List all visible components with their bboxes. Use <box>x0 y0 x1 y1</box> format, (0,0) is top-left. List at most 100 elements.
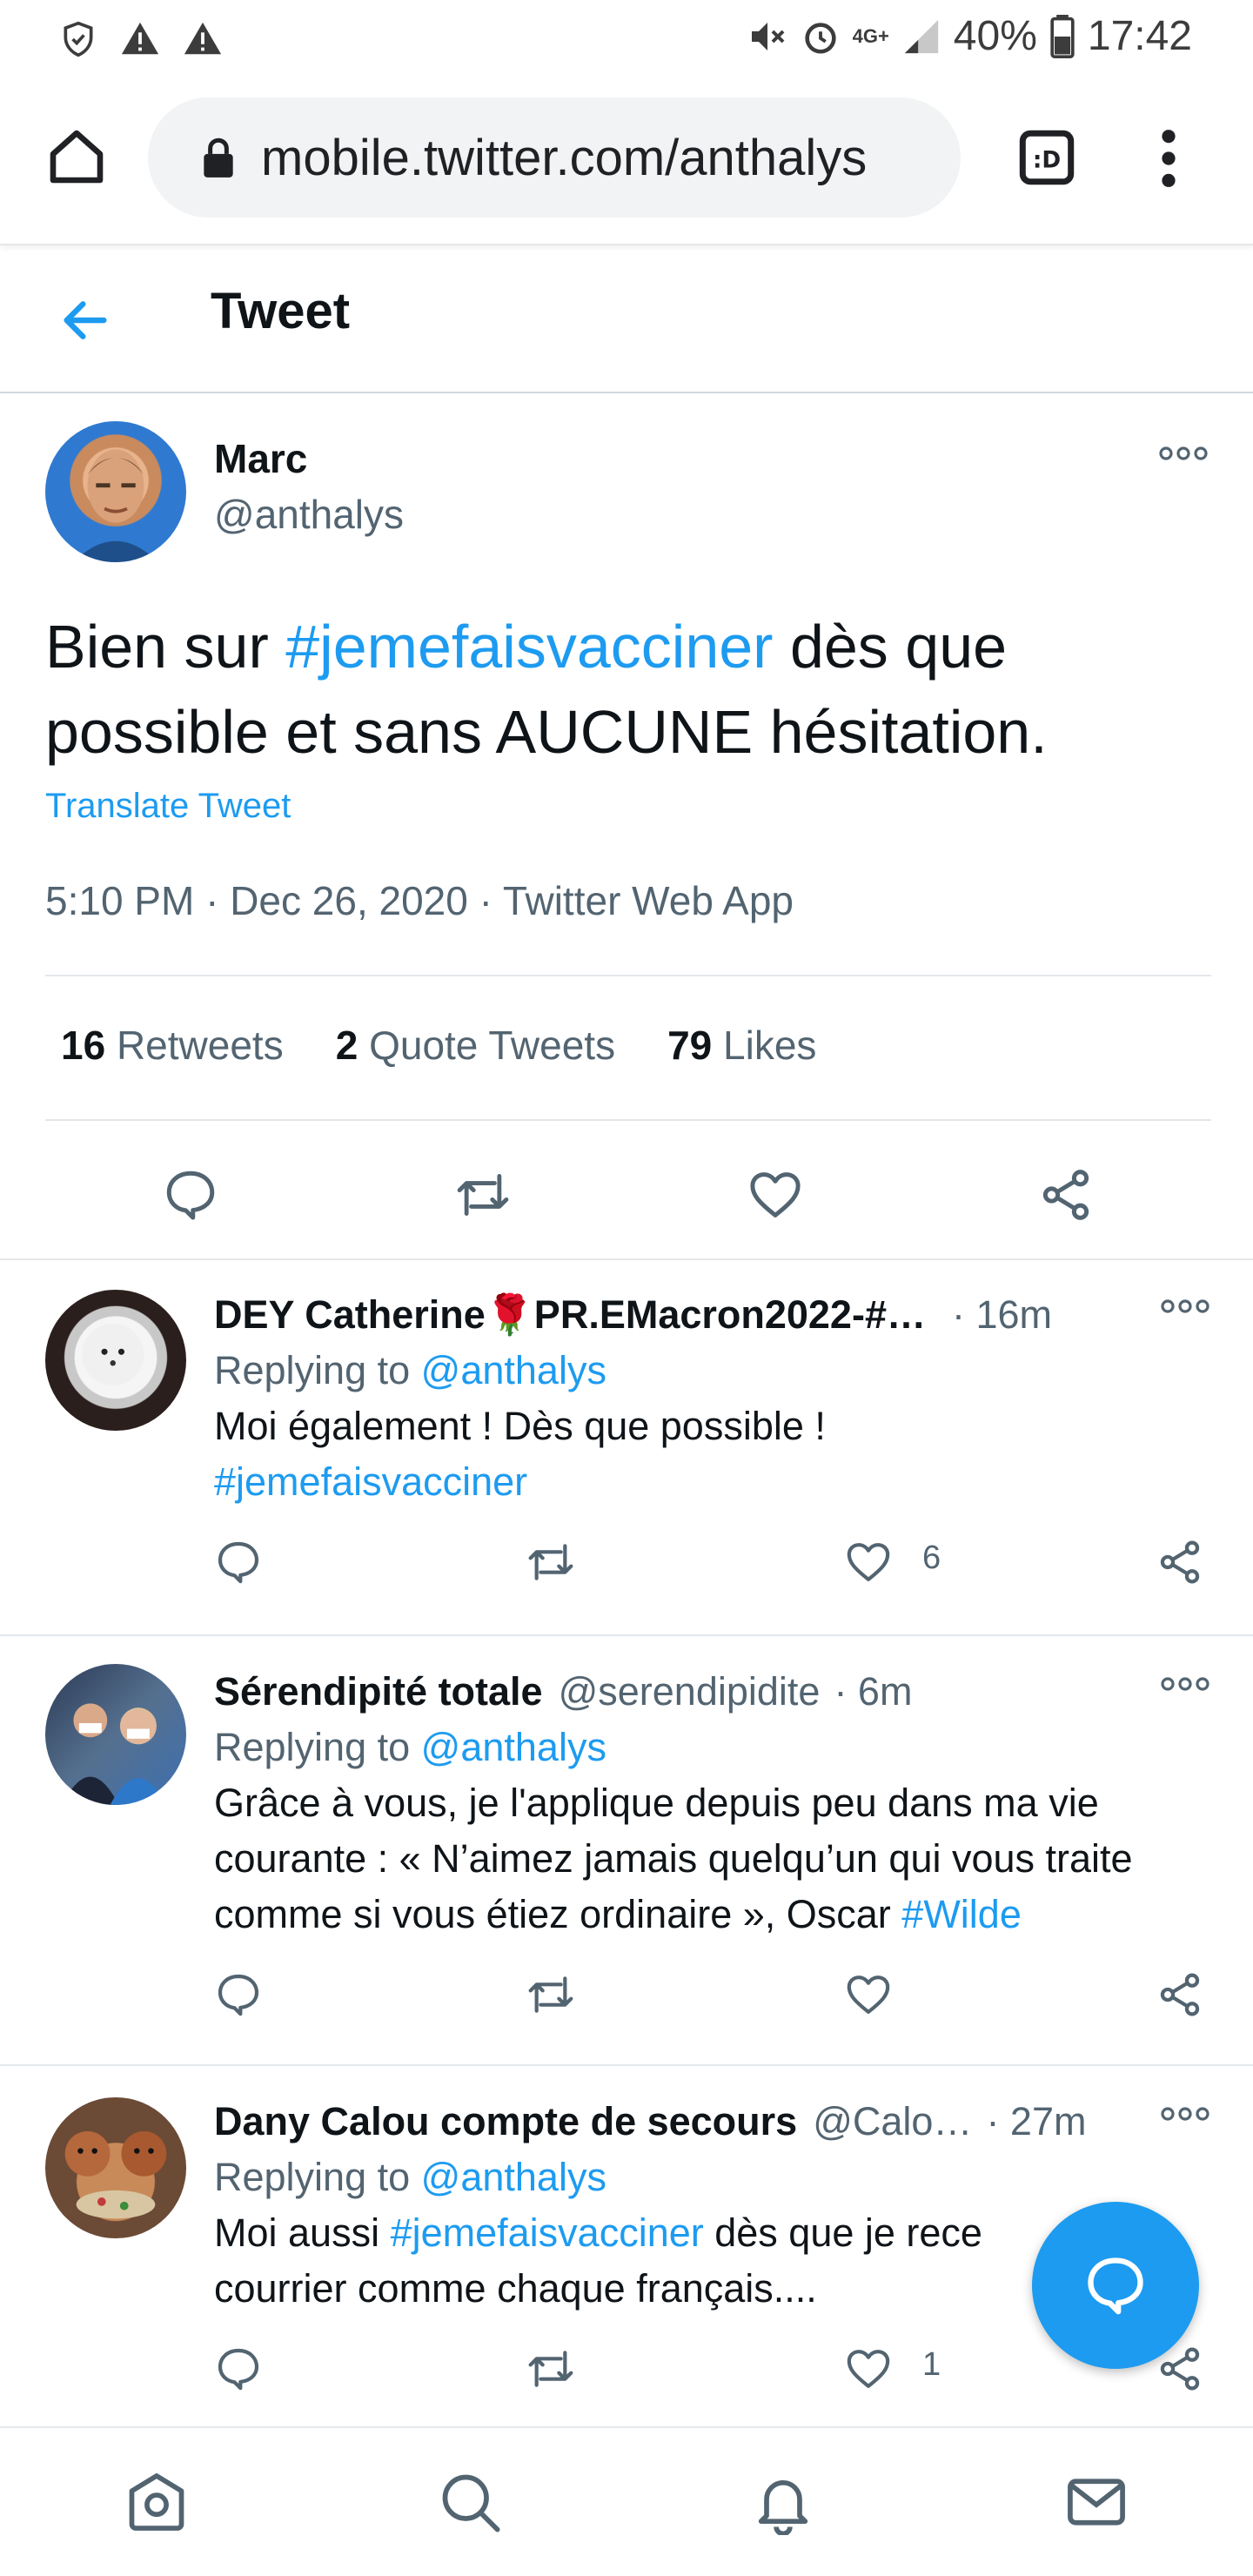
page-title: Tweet <box>211 283 351 339</box>
replying-to-handle[interactable]: @anthalys <box>421 1725 606 1769</box>
meta-separator: · <box>205 878 231 923</box>
tweet-source[interactable]: Twitter Web App <box>503 878 794 923</box>
notifications-bell-icon[interactable] <box>750 2469 816 2535</box>
reply-tweet[interactable]: Sérendipité totale @serendipidite · 6m R… <box>0 1638 1253 2066</box>
page-header: Tweet <box>0 247 1253 393</box>
tweet-actions <box>45 1156 1211 1234</box>
retweet-icon[interactable] <box>524 2345 578 2393</box>
tweet-date[interactable]: Dec 26, 2020 <box>230 878 468 923</box>
compose-reply-button[interactable] <box>1032 2202 1199 2369</box>
likes-stat[interactable]: 79 Likes <box>667 1022 816 1069</box>
replying-prefix: Replying to <box>214 1725 411 1769</box>
like-count: 6 <box>922 1540 941 1576</box>
warning-icon <box>121 22 159 55</box>
more-options-icon[interactable] <box>1161 1674 1209 1694</box>
hashtag-link[interactable]: #Wilde <box>901 1892 1022 1936</box>
warning-icon <box>184 22 222 55</box>
url-text: mobile.twitter.com/anthalys <box>261 129 868 186</box>
status-bar: 4G+ 40% 17:42 <box>0 0 1253 75</box>
like-icon[interactable] <box>747 1166 804 1224</box>
reply-time[interactable]: · 27m <box>986 2099 1086 2144</box>
hashtag-link[interactable]: #jemefaisvacciner <box>214 1459 527 1504</box>
tab-switcher-button[interactable]: :D <box>1016 127 1077 188</box>
menu-kebab-icon[interactable] <box>1147 125 1190 191</box>
reply-text: Grâce à vous, je l'applique depuis peu d… <box>214 1775 1197 1942</box>
home-nav-icon[interactable] <box>124 2469 190 2535</box>
reply-icon[interactable] <box>214 1970 263 2019</box>
tweet-text: Bien sur #jemefaisvacciner dès que possi… <box>45 604 1211 775</box>
home-icon[interactable] <box>45 125 108 188</box>
author-name[interactable]: Marc <box>214 435 307 482</box>
reply-header: DEY Catherine🌹PR.EMacron2022-#… · 16m <box>214 1291 1223 1338</box>
retweet-icon[interactable] <box>524 1970 578 2019</box>
reply-text-content: Moi également ! Dès que possible ! <box>214 1404 826 1448</box>
reply-time[interactable]: · 16m <box>952 1292 1052 1338</box>
reply-author-handle[interactable]: @serendipidite <box>559 1669 821 1714</box>
avatar[interactable] <box>45 1664 186 1805</box>
like-icon[interactable] <box>844 1538 893 1587</box>
hashtag-link[interactable]: #jemefaisvacciner <box>285 613 773 681</box>
retweet-icon[interactable] <box>452 1166 513 1224</box>
reply-header: Dany Calou compte de secours @Calo… · 27… <box>214 2099 1223 2144</box>
like-icon[interactable] <box>844 1970 893 2019</box>
tweet-time[interactable]: 5:10 PM <box>45 878 194 923</box>
translate-link[interactable]: Translate Tweet <box>45 787 291 826</box>
share-icon[interactable] <box>1156 1538 1204 1587</box>
reply-text-line2: courrier comme chaque français.... <box>214 2266 817 2311</box>
quotes-stat[interactable]: 2 Quote Tweets <box>336 1022 615 1069</box>
quotes-label: Quote Tweets <box>369 1023 616 1068</box>
messages-mail-icon[interactable] <box>1063 2469 1129 2535</box>
retweets-count: 16 <box>61 1023 106 1068</box>
retweet-icon[interactable] <box>524 1538 578 1587</box>
reply-actions: 6 <box>214 1536 1223 1588</box>
hashtag-link[interactable]: #jemefaisvacciner <box>391 2210 704 2255</box>
more-options-icon[interactable] <box>1161 2104 1209 2123</box>
likes-label: Likes <box>723 1023 817 1068</box>
network-type: 4G+ <box>852 24 889 47</box>
replying-to: Replying to @anthalys <box>214 1720 1223 1775</box>
replying-prefix: Replying to <box>214 2155 411 2199</box>
replying-to-handle[interactable]: @anthalys <box>421 1348 606 1392</box>
reply-header: Sérendipité totale @serendipidite · 6m <box>214 1669 1223 1714</box>
reply-icon[interactable] <box>214 2345 263 2393</box>
reply-icon[interactable] <box>162 1166 219 1224</box>
reply-author-name[interactable]: DEY Catherine🌹PR.EMacron2022-#… <box>214 1291 926 1338</box>
signal-icon <box>904 19 938 53</box>
replying-to-handle[interactable]: @anthalys <box>421 2155 606 2199</box>
bottom-nav <box>0 2426 1253 2576</box>
back-arrow-icon[interactable] <box>57 292 113 348</box>
share-icon[interactable] <box>1037 1166 1095 1224</box>
reply-body: DEY Catherine🌹PR.EMacron2022-#… · 16m Re… <box>214 1291 1223 1588</box>
like-icon[interactable] <box>844 2345 893 2393</box>
reply-author-name[interactable]: Sérendipité totale <box>214 1669 543 1714</box>
search-icon[interactable] <box>437 2469 503 2535</box>
avatar[interactable] <box>45 2097 186 2238</box>
avatar[interactable] <box>45 1290 186 1431</box>
battery-icon <box>1050 14 1075 58</box>
reply-icon[interactable] <box>214 1538 263 1587</box>
quotes-count: 2 <box>335 1023 358 1068</box>
alarm-icon <box>804 22 836 54</box>
lock-icon <box>204 138 233 178</box>
url-bar[interactable]: mobile.twitter.com/anthalys <box>148 97 961 218</box>
replying-prefix: Replying to <box>214 1348 411 1392</box>
shield-icon <box>64 21 93 57</box>
svg-text::D: :D <box>1033 148 1061 174</box>
author-handle[interactable]: @anthalys <box>214 491 404 538</box>
system-indicators: 4G+ 40% 17:42 <box>747 12 1192 60</box>
avatar[interactable] <box>45 421 186 562</box>
reply-author-handle[interactable]: @Calo… <box>813 2099 972 2144</box>
more-options-icon[interactable] <box>1161 1297 1209 1316</box>
reply-text: Moi également ! Dès que possible ! #jemef… <box>214 1399 1223 1510</box>
retweets-stat[interactable]: 16 Retweets <box>61 1022 284 1069</box>
reply-author-name[interactable]: Dany Calou compte de secours <box>214 2099 797 2144</box>
replying-to: Replying to @anthalys <box>214 1343 1223 1399</box>
like-count: 1 <box>922 2346 941 2383</box>
reply-tweet[interactable]: DEY Catherine🌹PR.EMacron2022-#… · 16m Re… <box>0 1260 1253 1636</box>
share-icon[interactable] <box>1156 1970 1204 2019</box>
reply-time[interactable]: · 6m <box>834 1669 912 1714</box>
reply-bubble-icon <box>1088 2257 1143 2315</box>
more-options-icon[interactable] <box>1159 444 1208 463</box>
meta-separator: · <box>479 878 503 923</box>
notification-icons <box>59 19 223 59</box>
